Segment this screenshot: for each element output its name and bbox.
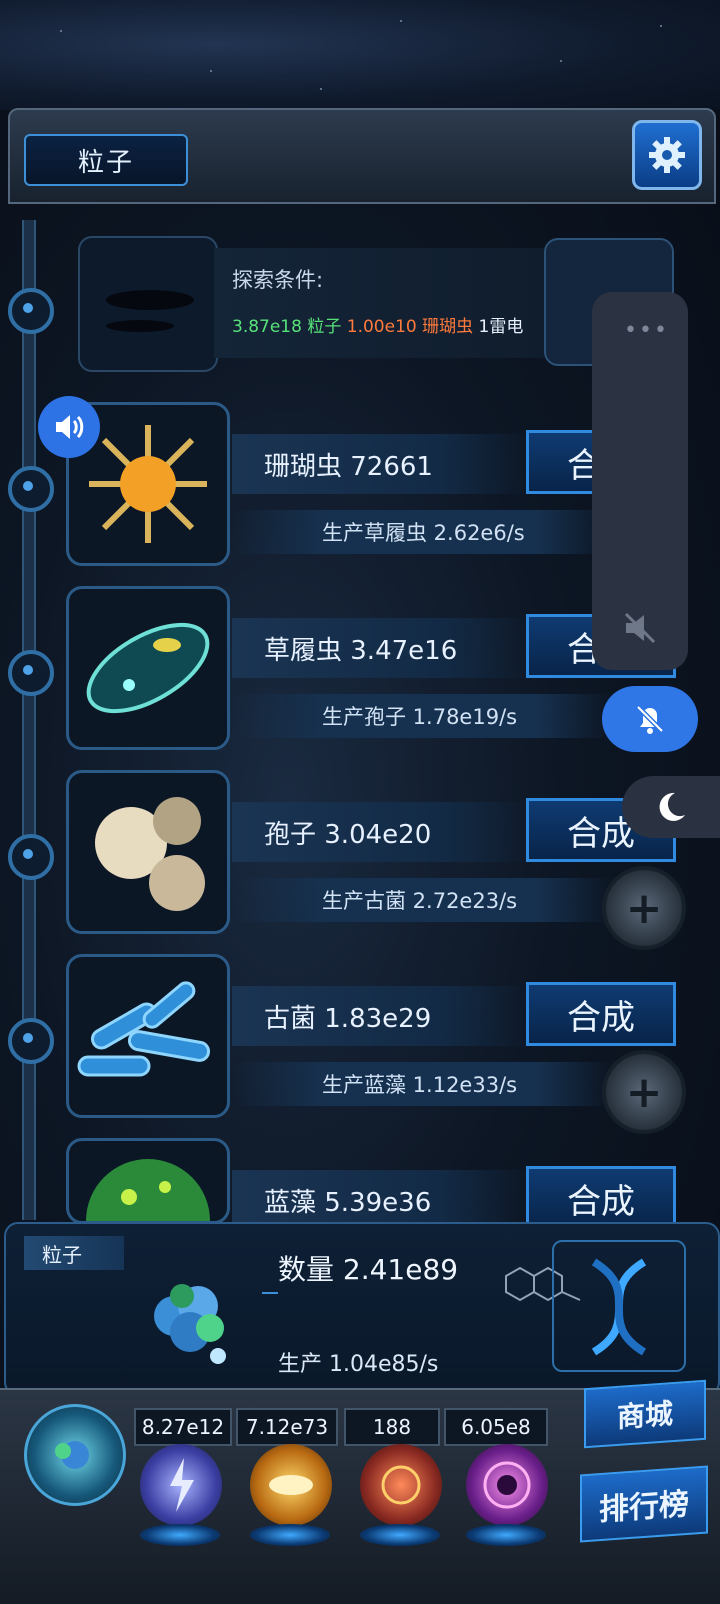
orb-pedestal (140, 1524, 220, 1546)
plus-icon: + (625, 1066, 663, 1118)
item-name: 孢子 3.04e20 (232, 802, 532, 862)
locked-creature-silhouette (78, 236, 218, 372)
orb-pedestal (250, 1524, 330, 1546)
item-name: 蓝藻 5.39e36 (232, 1170, 532, 1230)
requirement-particles: 3.87e18 粒子 (232, 317, 342, 337)
particle-production: 生产 1.04e85/s (278, 1352, 439, 1377)
lightning-orb-button[interactable] (140, 1444, 222, 1526)
night-mode-button[interactable] (622, 776, 720, 838)
more-dots-icon[interactable]: ••• (624, 318, 669, 343)
leaderboard-button[interactable]: 排行榜 (580, 1465, 708, 1543)
brain-icon (381, 1465, 421, 1505)
silent-mode-button[interactable] (602, 686, 698, 752)
particle-cluster-image (154, 1284, 226, 1364)
requirement-coral: 1.00e10 珊瑚虫 (346, 317, 474, 337)
orb-pedestal (360, 1524, 440, 1546)
rail-node (8, 650, 54, 696)
vortex-icon (483, 1461, 531, 1509)
particle-count: 数量 2.41e89 (278, 1253, 459, 1286)
creature-image-paramecium (66, 586, 230, 750)
resource-value: 188 (344, 1408, 440, 1446)
item-name: 草履虫 3.47e16 (232, 618, 532, 678)
item-production: 生产孢子 1.78e19/s (232, 694, 612, 738)
connector-line (262, 1292, 278, 1294)
condition-label: 探索条件: (232, 268, 324, 292)
orb-pedestal (466, 1524, 546, 1546)
item-name: 珊瑚虫 72661 (232, 434, 532, 494)
requirement-thunder: 1雷电 (478, 317, 524, 337)
creature-image-archaea (66, 954, 230, 1118)
rail-node (8, 834, 54, 880)
space-background (0, 0, 720, 110)
resource-value: 6.05e8 (444, 1408, 548, 1446)
resource-value: 7.12e73 (236, 1408, 338, 1446)
item-name: 古菌 1.83e29 (232, 986, 532, 1046)
rail-node (8, 1018, 54, 1064)
settings-button[interactable] (632, 120, 702, 190)
add-button[interactable]: + (602, 1050, 686, 1134)
item-production: 生产蓝藻 1.12e33/s (232, 1062, 612, 1106)
nebula-icon (269, 1475, 313, 1495)
mute-icon[interactable] (618, 606, 662, 650)
lightning-icon (170, 1458, 194, 1512)
synthesize-button[interactable]: 合成 (526, 1166, 676, 1230)
rail-node (8, 466, 54, 512)
moon-icon (659, 792, 685, 821)
atom-icon (55, 1441, 89, 1469)
nebula-orb-button[interactable] (250, 1444, 332, 1526)
item-production: 生产草履虫 2.62e6/s (232, 510, 612, 554)
info-tag: 粒子 (24, 1236, 124, 1270)
speaker-icon (56, 415, 84, 439)
page-title: 粒子 (24, 134, 188, 186)
condition-requirements: 3.87e18 粒子 1.00e10 珊瑚虫 1雷电 (232, 312, 523, 337)
add-button[interactable]: + (602, 866, 686, 950)
bell-off-icon (636, 705, 664, 734)
resource-value: 8.27e12 (134, 1408, 232, 1446)
volume-button[interactable] (38, 396, 100, 458)
dna-icon-frame[interactable] (552, 1240, 686, 1372)
progress-rail (22, 220, 36, 1220)
plus-icon: + (625, 882, 663, 934)
creature-image-spore (66, 770, 230, 934)
dna-icon (591, 1258, 647, 1356)
vortex-orb-button[interactable] (466, 1444, 548, 1526)
item-production: 生产古菌 2.72e23/s (232, 878, 612, 922)
particle-orb-button[interactable] (24, 1404, 126, 1506)
rail-lock-node (8, 288, 54, 334)
shop-button[interactable]: 商城 (584, 1379, 706, 1449)
gear-icon (649, 137, 685, 173)
creature-image-cyanobacteria (66, 1138, 230, 1283)
brain-orb-button[interactable] (360, 1444, 442, 1526)
synthesize-button[interactable]: 合成 (526, 982, 676, 1046)
